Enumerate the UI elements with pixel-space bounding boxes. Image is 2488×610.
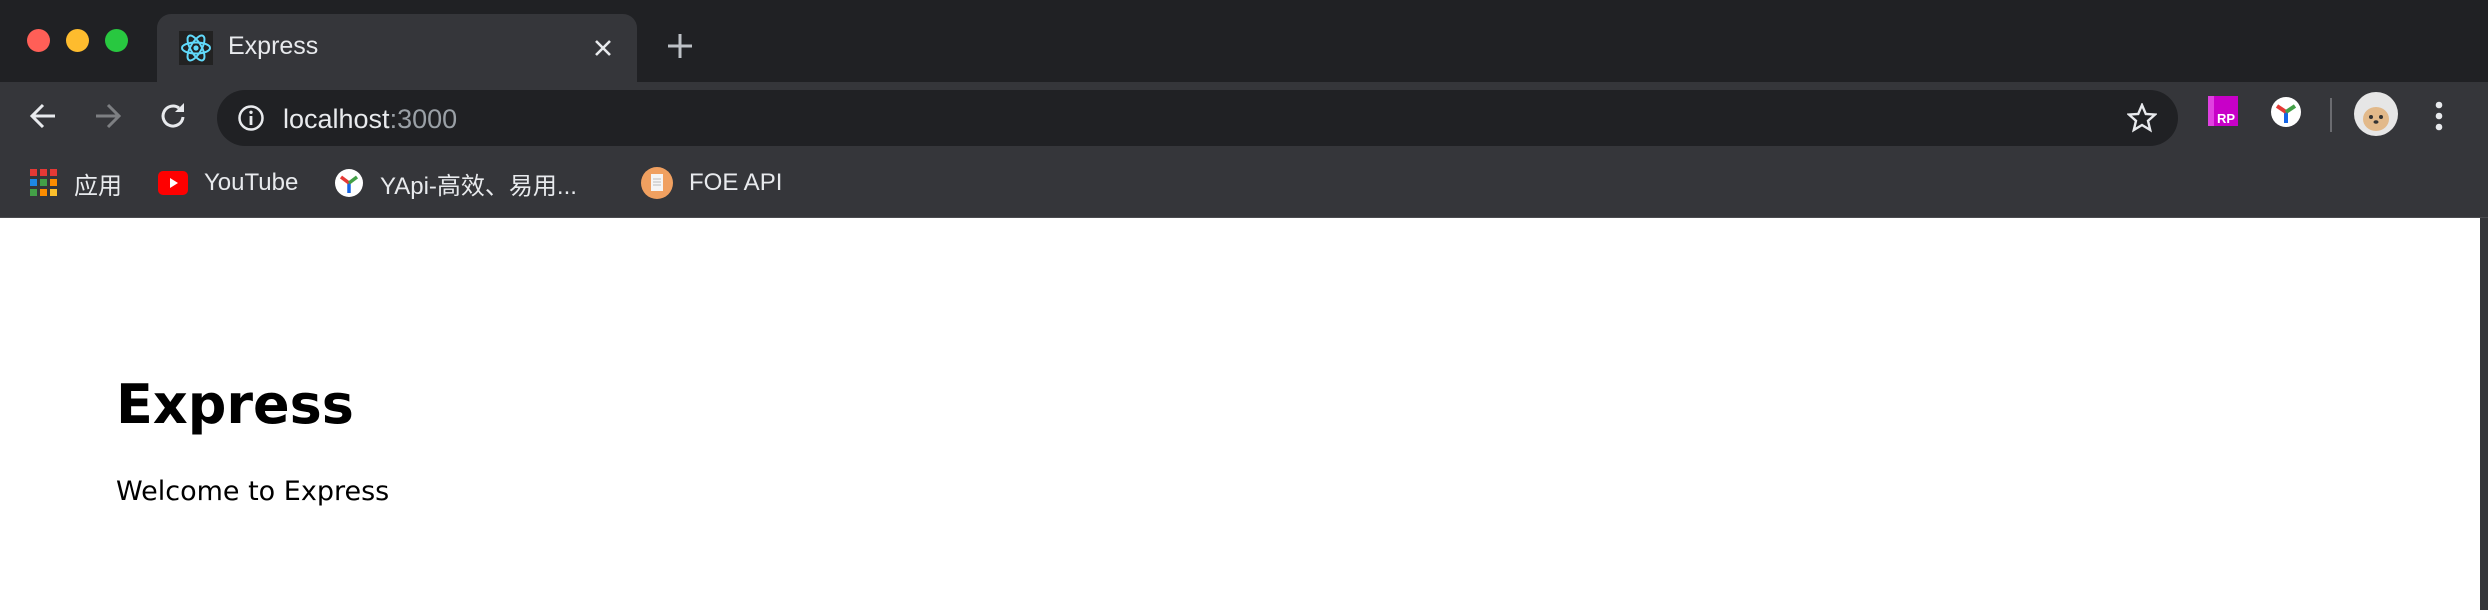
welcome-text: Welcome to Express bbox=[116, 476, 390, 507]
url-host: localhost bbox=[283, 104, 390, 134]
bookmark-star-icon[interactable] bbox=[2127, 103, 2157, 133]
tab-title: Express bbox=[228, 32, 319, 60]
react-icon bbox=[179, 31, 213, 65]
youtube-icon bbox=[158, 171, 188, 195]
maximize-window-button[interactable] bbox=[105, 29, 128, 52]
forward-button[interactable] bbox=[93, 101, 123, 131]
apps-grid-icon bbox=[30, 169, 57, 196]
toolbar-separator bbox=[2330, 98, 2332, 132]
tab-express[interactable]: Express bbox=[157, 14, 637, 82]
bookmark-yapi[interactable]: YApi-高效、易用... bbox=[334, 148, 577, 218]
bookmarks-bar: 应用 YouTube YApi-高效、易用... FOE API bbox=[0, 148, 2488, 218]
bookmark-youtube[interactable]: YouTube bbox=[158, 148, 298, 218]
axure-rp-icon[interactable]: RP bbox=[2205, 94, 2239, 128]
close-window-button[interactable] bbox=[27, 29, 50, 52]
address-bar[interactable]: localhost:3000 bbox=[217, 90, 2178, 146]
yapi-icon bbox=[335, 169, 363, 197]
bookmark-label: 应用 bbox=[74, 172, 122, 200]
info-icon[interactable] bbox=[237, 104, 265, 132]
bookmark-foe-api[interactable]: FOE API bbox=[641, 148, 782, 218]
url-text[interactable]: localhost:3000 bbox=[283, 104, 457, 135]
svg-text:RP: RP bbox=[2217, 111, 2235, 126]
window-edge bbox=[2480, 218, 2488, 610]
profile-avatar[interactable] bbox=[2354, 92, 2398, 136]
yapi-extension-icon[interactable] bbox=[2270, 96, 2302, 128]
reload-button[interactable] bbox=[157, 100, 189, 132]
toolbar: localhost:3000 RP bbox=[0, 82, 2488, 148]
minimize-window-button[interactable] bbox=[66, 29, 89, 52]
bookmark-apps[interactable]: 应用 bbox=[30, 148, 122, 218]
page-heading: Express bbox=[116, 373, 354, 436]
back-button[interactable] bbox=[28, 101, 58, 131]
tab-strip: Express bbox=[0, 0, 2488, 82]
document-icon bbox=[641, 167, 673, 199]
bookmark-label: YouTube bbox=[204, 169, 299, 196]
bookmark-label: FOE API bbox=[689, 169, 783, 196]
url-port: :3000 bbox=[389, 104, 458, 134]
close-tab-icon[interactable] bbox=[591, 36, 615, 60]
page-content: Express Welcome to Express bbox=[0, 218, 2480, 610]
menu-icon[interactable] bbox=[2432, 100, 2446, 132]
bookmark-label: YApi-高效、易用... bbox=[380, 172, 577, 200]
new-tab-button[interactable] bbox=[666, 32, 694, 60]
